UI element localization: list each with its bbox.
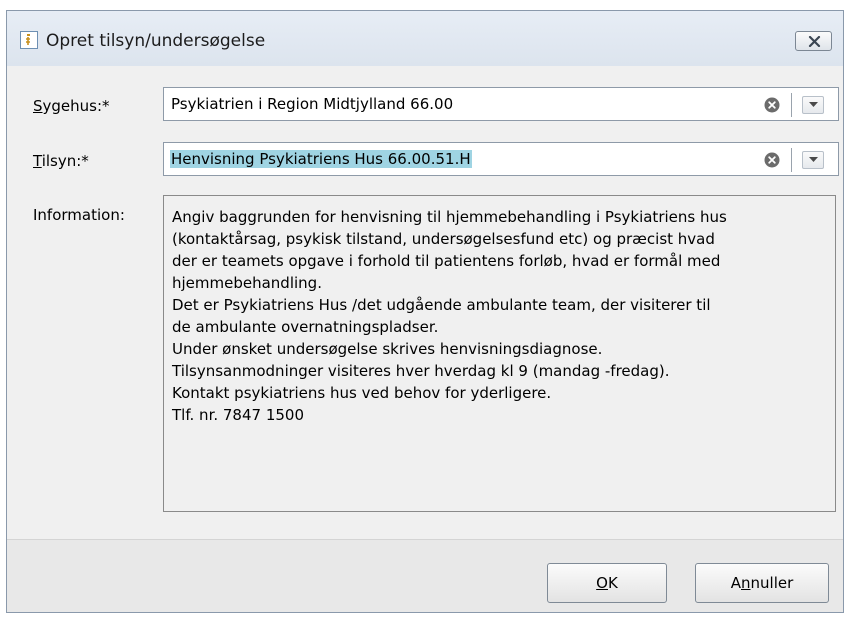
window-title: Opret tilsyn/undersøgelse <box>46 31 266 51</box>
hospital-value: Psykiatrien i Region Midtjylland 66.00 <box>171 95 454 113</box>
ok-label: K <box>607 574 618 592</box>
chevron-down-icon[interactable] <box>802 96 824 114</box>
cancel-label-start: A <box>730 574 741 592</box>
hospital-label-mnemonic: S <box>33 97 43 115</box>
cancel-label-end: nuller <box>750 574 794 592</box>
supervision-label-mnemonic: T <box>33 152 42 170</box>
information-line: Tilsynsanmodninger visiteres hver hverda… <box>172 362 670 380</box>
information-line: Kontakt psykiatriens hus ved behov for y… <box>172 384 552 402</box>
cancel-button[interactable]: Annuller <box>695 563 829 603</box>
dialog-footer: OK Annuller <box>7 539 843 612</box>
information-text: Angiv baggrunden for henvisning til hjem… <box>163 195 836 512</box>
supervision-label: Tilsyn:* <box>33 152 89 170</box>
information-line: (kontaktårsag, psykisk tilstand, undersø… <box>172 230 715 248</box>
close-icon <box>808 36 821 47</box>
information-label: Information: <box>33 206 125 224</box>
information-line: Angiv baggrunden for henvisning til hjem… <box>172 208 727 226</box>
supervision-label-text: ilsyn:* <box>41 152 89 170</box>
document-icon <box>20 31 38 49</box>
title-bar: Opret tilsyn/undersøgelse <box>7 11 843 66</box>
hospital-combobox[interactable]: Psykiatrien i Region Midtjylland 66.00 <box>163 87 839 121</box>
supervision-combobox[interactable]: Henvisning Psykiatriens Hus 66.00.51.H <box>163 142 839 176</box>
cancel-mnemonic: n <box>741 574 751 592</box>
combo-separator <box>791 93 792 117</box>
hospital-label: Sygehus:* <box>33 97 110 115</box>
chevron-down-icon[interactable] <box>802 151 824 169</box>
ok-mnemonic: O <box>596 574 608 592</box>
close-button[interactable] <box>795 31 832 51</box>
information-line: Det er Psykiatriens Hus /det udgående am… <box>172 296 711 314</box>
information-line: Under ønsket undersøgelse skrives henvis… <box>172 340 603 358</box>
ok-button[interactable]: OK <box>547 563 667 603</box>
information-line: der er teamets opgave i forhold til pati… <box>172 252 721 270</box>
information-line: hjemmebehandling. <box>172 274 322 292</box>
dialog-window: Opret tilsyn/undersøgelse Sygehus:* Psyk… <box>6 10 844 613</box>
supervision-value: Henvisning Psykiatriens Hus 66.00.51.H <box>170 150 472 168</box>
combo-separator <box>791 148 792 172</box>
information-line: Tlf. nr. 7847 1500 <box>172 406 305 424</box>
clear-icon[interactable] <box>764 152 780 168</box>
information-line: de ambulante overnatningspladser. <box>172 318 439 336</box>
hospital-label-text: ygehus:* <box>42 97 110 115</box>
clear-icon[interactable] <box>764 97 780 113</box>
